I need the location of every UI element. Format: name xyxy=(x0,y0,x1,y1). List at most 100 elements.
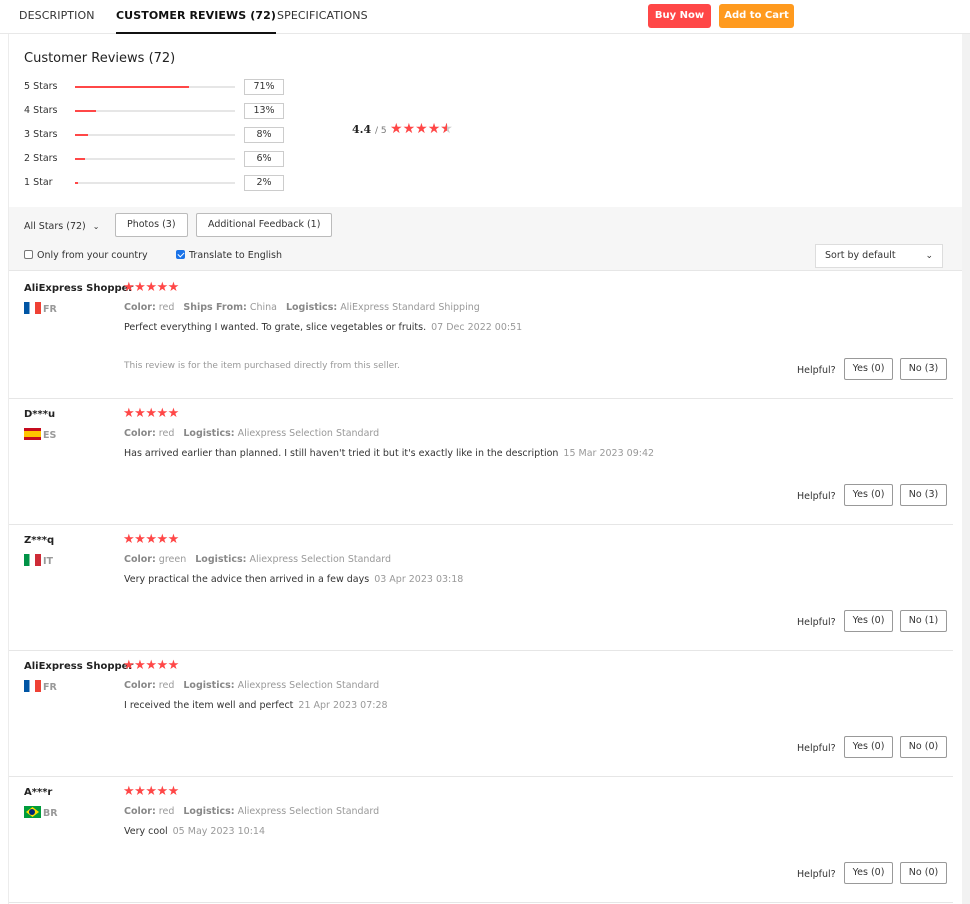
tab-customer-reviews[interactable]: CUSTOMER REVIEWS (72) xyxy=(116,0,276,34)
review-meta: Color: red Logistics: Aliexpress Selectio… xyxy=(124,680,379,691)
review-meta: Color: green Logistics: Aliexpress Select… xyxy=(124,554,391,565)
rating-bar-track xyxy=(75,134,235,136)
average-stars: ★★★★★ xyxy=(390,121,453,137)
rating-row-label: 5 Stars xyxy=(24,81,58,92)
review-text: Very practical the advice then arrived i… xyxy=(124,574,370,585)
all-stars-label: All Stars (72) xyxy=(24,221,86,232)
country-code: FR xyxy=(43,304,57,315)
translate-checkbox[interactable] xyxy=(176,250,185,259)
star-icon: ★ xyxy=(134,280,146,295)
rating-percent: 2% xyxy=(244,175,284,191)
review-meta-value: AliExpress Standard Shipping xyxy=(340,302,480,313)
only-from-country-label: Only from your country xyxy=(37,250,148,261)
star-full-icon: ★ xyxy=(415,121,428,137)
helpful-label: Helpful? xyxy=(797,617,836,628)
review-text-line: Perfect everything I wanted. To grate, s… xyxy=(124,322,522,333)
reviewer-country: FR xyxy=(24,302,57,316)
flag-es-icon xyxy=(24,428,41,440)
review-date: 15 Mar 2023 09:42 xyxy=(563,448,655,459)
star-icon: ★ xyxy=(167,532,180,547)
review-meta-key: Logistics: xyxy=(183,428,235,439)
star-icon: ★ xyxy=(134,532,146,547)
rating-bar-fill xyxy=(75,110,96,112)
rating-bar-fill xyxy=(75,182,79,184)
helpful-yes-button[interactable]: Yes (0) xyxy=(844,736,893,758)
helpful-label: Helpful? xyxy=(797,869,836,880)
star-icon: ★ xyxy=(134,784,146,799)
reviews-title: Customer Reviews (72) xyxy=(24,51,176,66)
translate-option[interactable]: Translate to English xyxy=(176,250,282,262)
average-rating: 4.4 / 5 xyxy=(352,123,387,136)
helpful-yes-button[interactable]: Yes (0) xyxy=(844,862,893,884)
flag-br-icon xyxy=(24,806,41,818)
review-meta-value: red xyxy=(158,428,175,439)
helpful-yes-button[interactable]: Yes (0) xyxy=(844,484,893,506)
reviewer-name: A***r xyxy=(24,787,53,798)
review-text-line: Very practical the advice then arrived i… xyxy=(124,574,463,585)
review-meta-value: Aliexpress Selection Standard xyxy=(237,428,380,439)
rating-bar-track xyxy=(75,110,235,112)
all-stars-dropdown[interactable]: All Stars (72) ⌄ xyxy=(24,220,99,234)
review-text-line: Very cool 05 May 2023 10:14 xyxy=(124,826,265,837)
country-code: BR xyxy=(43,808,58,819)
review-text: I received the item well and perfect xyxy=(124,700,294,711)
review-meta-value: red xyxy=(158,806,175,817)
helpful-yes-button[interactable]: Yes (0) xyxy=(844,610,893,632)
rating-bar-track xyxy=(75,158,235,160)
translate-label: Translate to English xyxy=(189,250,283,261)
review-stars: ★★★★★ xyxy=(123,784,179,799)
average-value: 4.4 xyxy=(352,123,372,136)
review-meta: Color: red Logistics: Aliexpress Selectio… xyxy=(124,806,379,817)
star-icon: ★ xyxy=(123,280,135,295)
country-code: FR xyxy=(43,682,57,693)
review-meta: Color: red Ships From: China Logistics: Al… xyxy=(124,302,480,313)
star-icon: ★ xyxy=(156,280,168,295)
country-code: IT xyxy=(43,556,54,567)
only-from-country-checkbox[interactable] xyxy=(24,250,33,259)
star-icon: ★ xyxy=(167,406,180,421)
add-to-cart-button[interactable]: Add to Cart xyxy=(719,4,794,28)
review-meta-key: Ships From: xyxy=(183,302,247,313)
reviewer-name: AliExpress Shopper xyxy=(24,661,134,672)
rating-row-label: 1 Star xyxy=(24,177,53,188)
helpful-no-button[interactable]: No (0) xyxy=(900,736,947,758)
country-code: ES xyxy=(43,430,57,441)
star-icon: ★ xyxy=(134,658,146,673)
helpful-label: Helpful? xyxy=(797,365,836,376)
review-note: This review is for the item purchased di… xyxy=(124,361,400,371)
flag-fr-icon xyxy=(24,680,41,692)
buy-now-button[interactable]: Buy Now xyxy=(648,4,711,28)
scrollbar[interactable] xyxy=(962,34,970,904)
review-stars: ★★★★★ xyxy=(123,280,179,295)
helpful-yes-button[interactable]: Yes (0) xyxy=(844,358,893,380)
review-meta-key: Color: xyxy=(124,302,156,313)
rating-bar-fill xyxy=(75,86,189,88)
star-icon: ★ xyxy=(156,658,168,673)
star-icon: ★ xyxy=(145,658,157,673)
review-meta-key: Color: xyxy=(124,554,156,565)
review-meta-value: Aliexpress Selection Standard xyxy=(237,806,380,817)
sort-select[interactable]: Sort by default ⌄ xyxy=(815,244,943,268)
helpful-no-button[interactable]: No (3) xyxy=(900,358,947,380)
helpful-no-button[interactable]: No (0) xyxy=(900,862,947,884)
star-icon: ★ xyxy=(145,784,157,799)
star-icon: ★ xyxy=(123,406,135,421)
review-stars: ★★★★★ xyxy=(123,406,179,421)
star-icon: ★ xyxy=(145,280,157,295)
only-from-country-option[interactable]: Only from your country xyxy=(24,250,148,262)
photos-filter-button[interactable]: Photos (3) xyxy=(115,213,188,237)
tab-description[interactable]: DESCRIPTION xyxy=(19,0,95,34)
star-icon: ★ xyxy=(123,532,135,547)
helpful-label: Helpful? xyxy=(797,743,836,754)
helpful-no-button[interactable]: No (3) xyxy=(900,484,947,506)
star-icon: ★ xyxy=(156,406,168,421)
rating-row-label: 4 Stars xyxy=(24,105,58,116)
helpful-no-button[interactable]: No (1) xyxy=(900,610,947,632)
tab-specifications[interactable]: SPECIFICATIONS xyxy=(277,0,368,34)
rating-bar-track xyxy=(75,86,235,88)
review-date: 21 Apr 2023 07:28 xyxy=(298,700,388,711)
additional-feedback-button[interactable]: Additional Feedback (1) xyxy=(196,213,333,237)
review-meta-value: Aliexpress Selection Standard xyxy=(249,554,392,565)
flag-fr-icon xyxy=(24,302,41,314)
reviewer-name: AliExpress Shopper xyxy=(24,283,134,294)
